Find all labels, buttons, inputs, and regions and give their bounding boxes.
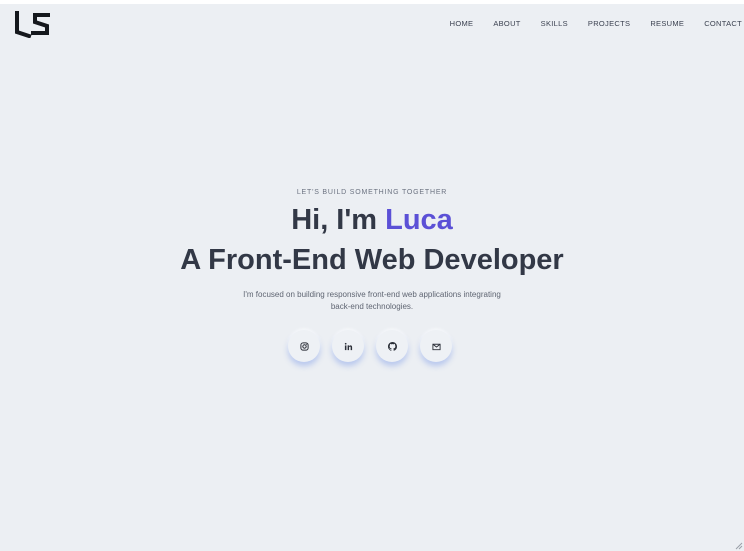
hero-section: LET'S BUILD SOMETHING TOGETHER Hi, I'm L… bbox=[0, 188, 744, 312]
main-nav: HOME ABOUT SKILLS PROJECTS RESUME CONTAC… bbox=[430, 19, 742, 29]
linkedin-icon bbox=[344, 342, 352, 350]
nav-home[interactable]: HOME bbox=[450, 19, 474, 29]
nav-skills[interactable]: SKILLS bbox=[541, 19, 568, 29]
hero-greeting-heading: Hi, I'm Luca bbox=[0, 202, 744, 238]
hero-name: Luca bbox=[385, 204, 453, 236]
resize-grip-icon[interactable] bbox=[733, 540, 743, 550]
email-icon bbox=[431, 343, 441, 350]
linkedin-link[interactable] bbox=[332, 330, 364, 362]
instagram-link[interactable] bbox=[288, 330, 320, 362]
github-icon bbox=[387, 341, 397, 351]
hero-description: I'm focused on building responsive front… bbox=[243, 290, 501, 311]
ls-logo-icon bbox=[15, 11, 50, 39]
nav-contact[interactable]: CONTACT bbox=[704, 19, 742, 29]
site-header: HOME ABOUT SKILLS PROJECTS RESUME CONTAC… bbox=[0, 4, 744, 44]
nav-projects[interactable]: PROJECTS bbox=[588, 19, 630, 29]
instagram-icon bbox=[299, 341, 309, 351]
brand-logo[interactable] bbox=[15, 10, 53, 39]
github-link[interactable] bbox=[376, 330, 408, 362]
nav-about[interactable]: ABOUT bbox=[493, 19, 520, 29]
hero-role-heading: A Front-End Web Developer bbox=[180, 244, 564, 276]
email-link[interactable] bbox=[420, 330, 452, 362]
hero-eyebrow: LET'S BUILD SOMETHING TOGETHER bbox=[296, 189, 448, 196]
nav-resume[interactable]: RESUME bbox=[650, 19, 684, 29]
greeting-text: Hi, I'm bbox=[291, 204, 386, 236]
social-links bbox=[288, 330, 464, 362]
